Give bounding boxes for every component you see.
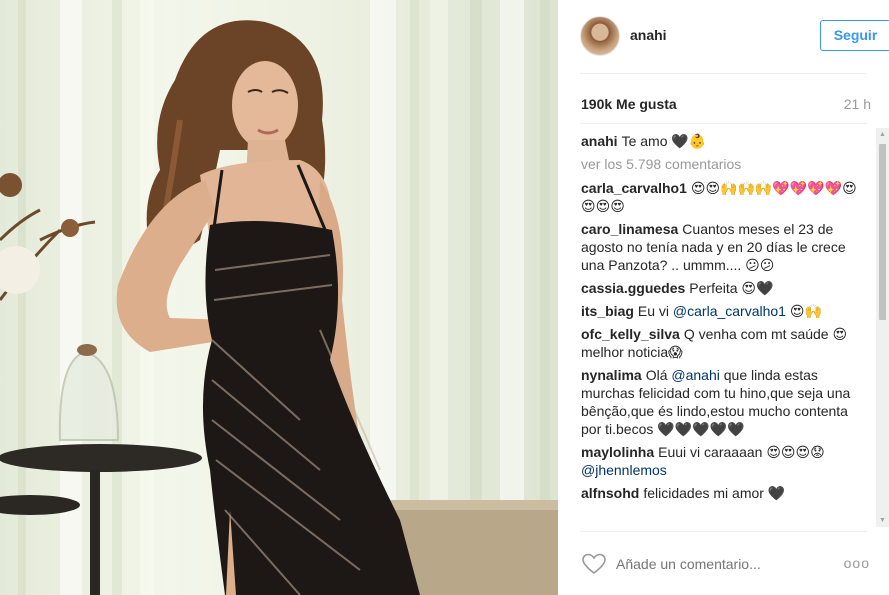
comment-username[interactable]: nynalima xyxy=(581,367,642,383)
comment-item: nynalima Olá @anahi que linda estas murch… xyxy=(581,366,859,438)
scroll-up-arrow-icon[interactable]: ▲ xyxy=(876,128,889,141)
comment-input[interactable] xyxy=(616,553,826,575)
post-photo[interactable] xyxy=(0,0,558,595)
comment-mention[interactable]: @carla_carvalho1 xyxy=(673,303,786,319)
comments-scrollbar[interactable]: ▲ ▼ xyxy=(876,128,889,527)
post-header: anahi Seguir xyxy=(580,14,889,58)
comment-item: alfnsohd felicidades mi amor 🖤 xyxy=(581,484,859,502)
comments-list: anahi Te amo 🖤👶 ver los 5.798 comentarios… xyxy=(581,132,859,522)
comment-item: its_biag Eu vi @carla_carvalho1 😍🙌 xyxy=(581,302,859,320)
comment-text: Te amo 🖤👶 xyxy=(621,133,707,149)
likes-row: 190k Me gusta 21 h xyxy=(581,96,871,112)
comment-text: Euui vi caraaaan 😍😍😍😟 xyxy=(658,444,825,460)
comment-username[interactable]: carla_carvalho1 xyxy=(581,180,687,196)
more-options-icon[interactable]: ooo xyxy=(844,555,870,571)
view-all-comments-link[interactable]: ver los 5.798 comentarios xyxy=(581,155,859,173)
header-divider xyxy=(580,73,867,74)
comment-item: carla_carvalho1 😍😍🙌🙌🙌💖💖💖💖😍😍😍😍 xyxy=(581,179,859,215)
footer-divider xyxy=(580,531,867,532)
comment-username[interactable]: alfnsohd xyxy=(581,485,639,501)
comment-item: cassia.gguedes Perfeita 😍🖤 xyxy=(581,279,859,297)
add-comment-bar: ooo xyxy=(580,549,872,579)
post-time[interactable]: 21 h xyxy=(844,96,871,112)
photo-illustration xyxy=(0,0,558,595)
author-username[interactable]: anahi xyxy=(630,27,667,43)
comment-username[interactable]: cassia.gguedes xyxy=(581,280,685,296)
comment-username[interactable]: ofc_kelly_silva xyxy=(581,326,680,342)
scroll-down-arrow-icon[interactable]: ▼ xyxy=(876,514,889,527)
follow-button[interactable]: Seguir xyxy=(820,20,889,51)
post-sidebar: anahi Seguir 190k Me gusta 21 h anahi Te … xyxy=(558,0,889,595)
comment-text: Olá xyxy=(645,367,668,383)
comment-item: caro_linamesa Cuantos meses el 23 de agos… xyxy=(581,220,859,274)
comment-username[interactable]: caro_linamesa xyxy=(581,221,678,237)
comment-username[interactable]: its_biag xyxy=(581,303,634,319)
comment-username[interactable]: anahi xyxy=(581,133,618,149)
scroll-thumb[interactable] xyxy=(879,144,886,320)
likes-divider xyxy=(580,123,867,124)
comment-username[interactable]: maylolinha xyxy=(581,444,654,460)
comment-item: maylolinha Euui vi caraaaan 😍😍😍😟 @jhennle… xyxy=(581,443,859,479)
comment-text: Perfeita 😍🖤 xyxy=(689,280,774,296)
heart-icon[interactable] xyxy=(582,553,606,575)
avatar[interactable] xyxy=(580,16,620,56)
comment-text: felicidades mi amor 🖤 xyxy=(643,485,786,501)
caption: anahi Te amo 🖤👶 xyxy=(581,132,859,150)
comment-mention[interactable]: @jhennlemos xyxy=(581,462,667,478)
comment-text: Eu vi xyxy=(637,303,670,319)
comment-item: ofc_kelly_silva Q venha com mt saúde 😍 me… xyxy=(581,325,859,361)
comment-text: 😍🙌 xyxy=(789,303,822,319)
comment-mention[interactable]: @anahi xyxy=(671,367,719,383)
likes-count[interactable]: 190k Me gusta xyxy=(581,96,677,112)
